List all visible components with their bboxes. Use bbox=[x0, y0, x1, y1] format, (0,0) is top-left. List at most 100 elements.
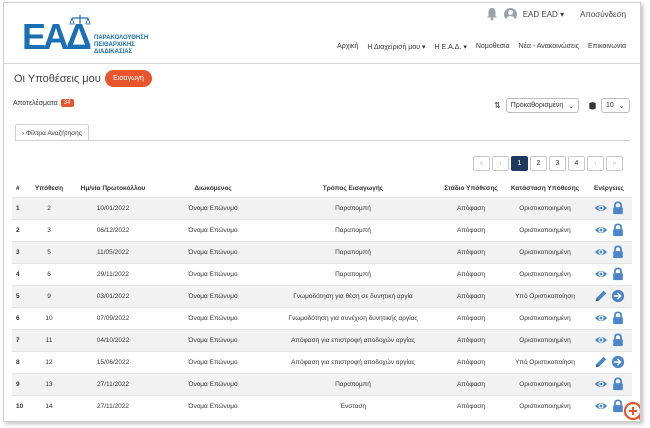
row-actions bbox=[588, 223, 630, 237]
lock-icon[interactable] bbox=[611, 201, 625, 215]
eye-icon[interactable] bbox=[594, 223, 608, 237]
col-header-number[interactable]: # bbox=[12, 180, 30, 197]
nav-news[interactable]: Νέα - Ανακοινώσεις bbox=[519, 43, 579, 51]
pagination-next[interactable]: › bbox=[587, 156, 604, 171]
row-actions bbox=[588, 333, 630, 347]
pagination-first[interactable]: « bbox=[473, 156, 490, 171]
nav-ead[interactable]: Η Ε.Α.Δ. ▾ bbox=[435, 43, 467, 51]
lock-icon[interactable] bbox=[611, 377, 625, 391]
nav-legislation[interactable]: Νομοθεσία bbox=[476, 43, 510, 51]
avatar-icon[interactable] bbox=[503, 7, 517, 21]
eye-icon[interactable] bbox=[594, 377, 608, 391]
row-actions bbox=[588, 267, 630, 281]
sort-control: ⇅ Προκαθορισμένη ⌄ bbox=[494, 98, 580, 113]
eye-icon[interactable] bbox=[594, 245, 608, 259]
table-header-row: # Υπόθεση Ημ/νία Πρωτοκόλλου Διωκόμενος … bbox=[12, 180, 632, 197]
lock-icon[interactable] bbox=[611, 333, 625, 347]
app-frame: ΕΑΔ ΠΑΡΑΚΟΛΟΥΘΗΣΗ ΠΕΙΘΑΡΧΙΚΗΣ ΔΙΑΔΙΚΑΣΙΑ… bbox=[3, 2, 641, 422]
per-page-value: 10 bbox=[606, 102, 614, 109]
logout-link[interactable]: Αποσύνδεση bbox=[580, 10, 626, 19]
cell-case: 12 bbox=[30, 350, 68, 373]
table-row[interactable]: 6 10 07/09/2022 Όνομα Επώνυμο Γνωμοδότηση γι… bbox=[12, 306, 632, 329]
pagination-last[interactable]: » bbox=[606, 156, 623, 171]
col-header-status[interactable]: Κατάσταση Υπόθεσης bbox=[504, 180, 586, 197]
ead-logo[interactable]: ΕΑΔ ΠΑΡΑΚΟΛΟΥΘΗΣΗ ΠΕΙΘΑΡΧΙΚΗΣ ΔΙΑΔΙΚΑΣΙΑ… bbox=[20, 11, 160, 59]
pagination-prev[interactable]: ‹ bbox=[492, 156, 509, 171]
table-row[interactable]: 5 9 03/01/2022 Όνομα Επώνυμο Γνωμοδότηση για… bbox=[12, 284, 632, 307]
col-header-stage[interactable]: Στάδιο Υπόθεσης bbox=[438, 180, 504, 197]
sort-select[interactable]: Προκαθορισμένη ⌄ bbox=[505, 98, 580, 113]
eye-icon[interactable] bbox=[594, 399, 608, 413]
table-row[interactable]: 1 2 10/01/2022 Όνομα Επώνυμο Παραπομπή Απόφασ… bbox=[12, 196, 632, 219]
import-button[interactable]: Εισαγωγή bbox=[105, 70, 152, 87]
cell-actions bbox=[586, 284, 632, 307]
tab-search-filters[interactable]: › Φίλτρα Αναζήτησης bbox=[15, 124, 89, 141]
cell-defendant: Όνομα Επώνυμο bbox=[158, 240, 268, 263]
table-row[interactable]: 3 5 11/05/2022 Όνομα Επώνυμο Παραπομπή Απόφασ… bbox=[12, 240, 632, 263]
user-menu[interactable]: EAD EAD ▾ bbox=[523, 10, 564, 19]
cell-actions bbox=[586, 240, 632, 263]
col-header-case[interactable]: Υπόθεση bbox=[30, 180, 68, 197]
lock-icon[interactable] bbox=[611, 267, 625, 281]
cell-case: 14 bbox=[30, 394, 68, 417]
chevron-right-icon: › bbox=[22, 130, 25, 137]
page-title: Οι Υποθέσεις μου bbox=[14, 73, 101, 85]
col-header-import-method[interactable]: Τρόπος Εισαγωγής bbox=[268, 180, 438, 197]
cell-stage: Απόφαση bbox=[438, 372, 504, 395]
top-bar: EAD EAD ▾ Αποσύνδεση bbox=[486, 7, 626, 21]
per-page-select[interactable]: 10 ⌄ bbox=[601, 98, 630, 113]
nav-home[interactable]: Αρχική bbox=[337, 43, 358, 51]
cell-number: 10 bbox=[12, 394, 30, 417]
pencil-icon[interactable] bbox=[594, 355, 608, 369]
arrow-right-circle-icon[interactable] bbox=[611, 355, 625, 369]
nav-ead-label: Η Ε.Α.Δ. bbox=[434, 44, 462, 51]
pagination-page[interactable]: 2 bbox=[530, 156, 547, 171]
cell-stage: Απόφαση bbox=[438, 262, 504, 285]
lock-icon[interactable] bbox=[611, 311, 625, 325]
table-row[interactable]: 9 13 27/11/2022 Όνομα Επώνυμο Παραπομπή Απόφα… bbox=[12, 372, 632, 395]
pagination-page[interactable]: 4 bbox=[568, 156, 585, 171]
col-header-defendant[interactable]: Διωκόμενος bbox=[158, 180, 268, 197]
nav-contact[interactable]: Επικοινωνία bbox=[588, 43, 626, 51]
cell-status: Οριστικοποιημένη bbox=[504, 196, 586, 219]
zoom-in-icon[interactable] bbox=[623, 401, 641, 422]
arrow-right-circle-icon[interactable] bbox=[611, 289, 625, 303]
eye-icon[interactable] bbox=[594, 267, 608, 281]
cell-protocol-date: 29/11/2022 bbox=[68, 262, 158, 285]
eye-icon[interactable] bbox=[594, 311, 608, 325]
cell-stage: Απόφαση bbox=[438, 306, 504, 329]
cell-import-method: Γνωμοδότηση για θέση σε δυνητική αργία bbox=[268, 284, 438, 307]
cell-protocol-date: 15/06/2022 bbox=[68, 350, 158, 373]
pagination-page[interactable]: 3 bbox=[549, 156, 566, 171]
table-row[interactable]: 2 3 06/12/2022 Όνομα Επώνυμο Παραπομπή Απόφασ… bbox=[12, 218, 632, 241]
nav-my-management[interactable]: Η Διαχείρισή μου ▾ bbox=[367, 43, 425, 51]
cell-number: 3 bbox=[12, 240, 30, 263]
eye-icon[interactable] bbox=[594, 333, 608, 347]
cell-actions bbox=[586, 306, 632, 329]
table-row[interactable]: 7 11 04/10/2022 Όνομα Επώνυμο Απόφαση για επ… bbox=[12, 328, 632, 351]
table-row[interactable]: 8 12 15/06/2022 Όνομα Επώνυμο Απόφαση για επ… bbox=[12, 350, 632, 373]
col-header-protocol-date[interactable]: Ημ/νία Πρωτοκόλλου bbox=[68, 180, 158, 197]
bell-icon[interactable] bbox=[486, 7, 498, 21]
cell-stage: Απόφαση bbox=[438, 196, 504, 219]
nav-my-management-label: Η Διαχείρισή μου bbox=[367, 44, 421, 51]
table-row[interactable]: 4 6 29/11/2022 Όνομα Επώνυμο Παραπομπή Απόφασ… bbox=[12, 262, 632, 285]
results-count: Αποτελέσματα 34 bbox=[13, 99, 74, 107]
cell-defendant: Όνομα Επώνυμο bbox=[158, 372, 268, 395]
table-row[interactable]: 10 14 27/11/2022 Όνομα Επώνυμο Ένσταση Απόφασ… bbox=[12, 394, 632, 417]
cell-case: 2 bbox=[30, 196, 68, 219]
cell-number: 5 bbox=[12, 284, 30, 307]
cell-import-method: Παραπομπή bbox=[268, 262, 438, 285]
results-label: Αποτελέσματα bbox=[13, 99, 58, 107]
cell-import-method: Παραπομπή bbox=[268, 372, 438, 395]
cell-actions bbox=[586, 218, 632, 241]
lock-icon[interactable] bbox=[611, 223, 625, 237]
cell-defendant: Όνομα Επώνυμο bbox=[158, 196, 268, 219]
pencil-icon[interactable] bbox=[594, 289, 608, 303]
cell-actions bbox=[586, 350, 632, 373]
table-body: 1 2 10/01/2022 Όνομα Επώνυμο Παραπομπή Απόφασ… bbox=[12, 196, 632, 417]
cell-actions bbox=[586, 196, 632, 219]
lock-icon[interactable] bbox=[611, 245, 625, 259]
eye-icon[interactable] bbox=[594, 201, 608, 215]
pagination-page[interactable]: 1 bbox=[511, 156, 528, 171]
